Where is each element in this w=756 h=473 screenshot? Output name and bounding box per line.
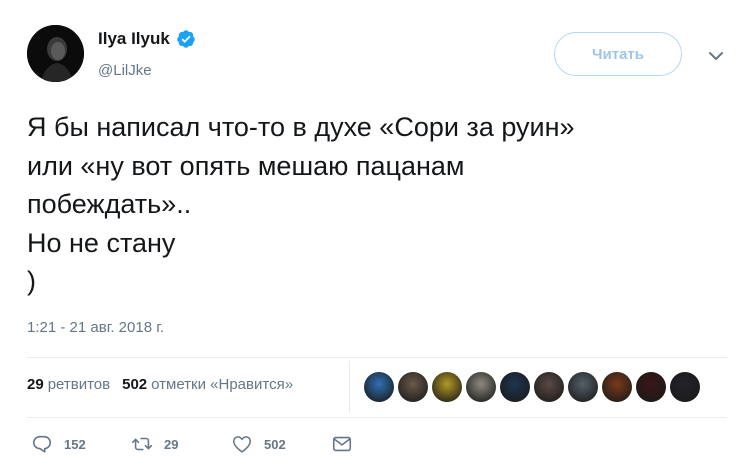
tweet-text-line: Я бы написал что-то в духе «Сори за руин… [27,112,575,142]
like-action[interactable]: 502 [231,433,331,455]
retweets-count: 29 [27,376,44,393]
liker-avatar-dark-red[interactable] [636,372,666,402]
tweet-text-line: или «ну вот опять мешаю пацанам [27,150,465,181]
author-name-row: Ilya Ilyuk [98,29,196,49]
liker-avatar-dark-blue[interactable] [500,372,530,402]
tweet-text: Я бы написал что-то в духе «Сори за руин… [27,108,727,301]
reply-action[interactable]: 152 [31,433,131,455]
retweet-action[interactable]: 29 [131,433,231,455]
verified-badge-icon [177,30,195,48]
likes-label: отметки «Нравится» [151,376,294,393]
tweet-stats: 29 ретвитов 502 отметки «Нравится» [27,376,293,393]
retweets-label: ретвитов [47,376,111,393]
chevron-down-icon[interactable] [706,46,726,66]
stats-bottom-divider [27,417,727,418]
follow-button[interactable]: Читать [554,32,682,76]
message-icon [332,436,352,452]
reply-icon [32,435,52,453]
liker-avatar-yellow[interactable] [432,372,462,402]
liker-avatar-night[interactable] [670,372,700,402]
tweet-timestamp[interactable]: 1:21 - 21 авг. 2018 г. [27,319,164,336]
liker-avatar-blue-creature[interactable] [364,372,394,402]
like-count: 502 [264,436,286,452]
liker-avatar-portrait[interactable] [398,372,428,402]
liker-avatar-grey-animal[interactable] [466,372,496,402]
reply-count: 152 [64,436,86,452]
liker-avatars [364,372,704,402]
like-icon [232,436,252,453]
tweet-text-line: побеждать».. [27,189,192,219]
author-avatar[interactable] [27,25,84,82]
liker-avatar-face[interactable] [534,372,564,402]
retweet-count: 29 [164,436,179,452]
stats-top-divider [27,357,727,358]
retweet-icon [131,437,153,451]
retweets-stat[interactable]: 29 ретвитов [27,376,110,393]
tweet-text-line: ) [27,266,36,296]
liker-avatar-sunset[interactable] [602,372,632,402]
author-name[interactable]: Ilya Ilyuk [98,29,170,49]
likes-count: 502 [122,376,148,393]
liker-avatar-multicolor[interactable] [568,372,598,402]
avatar-portrait-image [27,25,84,82]
message-action[interactable] [331,433,353,455]
tweet-actions: 152 29 502 [31,433,353,455]
stats-separator [349,361,350,413]
author-handle[interactable]: @LilJke [98,62,152,79]
tweet-text-line: Но не стану [27,227,176,258]
likes-stat[interactable]: 502 отметки «Нравится» [122,376,293,393]
